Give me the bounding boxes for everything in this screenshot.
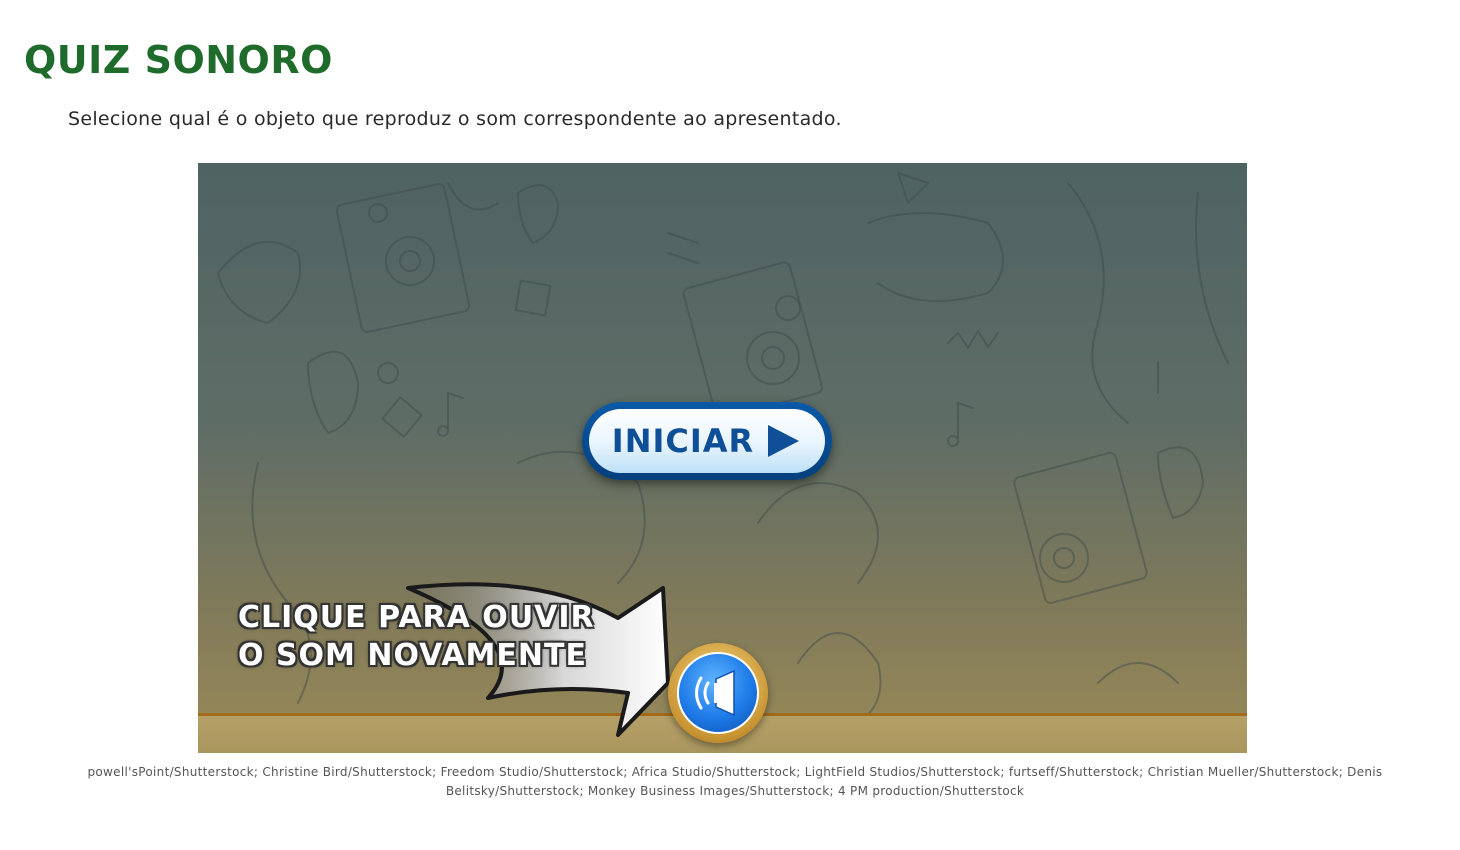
replay-sound-button-face <box>677 652 759 734</box>
replay-sound-button[interactable] <box>668 643 768 743</box>
replay-hint-line-1: CLIQUE PARA OUVIR <box>238 600 595 635</box>
instruction-text: Selecione qual é o objeto que reproduz o… <box>68 108 842 130</box>
page-title: QUIZ SONORO <box>24 38 333 82</box>
replay-hint-text: CLIQUE PARA OUVIR O SOM NOVAMENTE <box>238 599 598 675</box>
game-stage[interactable]: INICIAR CLIQUE PARA OUVIR O SOM NOVAMENT… <box>198 163 1247 753</box>
replay-hint-line-2: O SOM NOVAMENTE <box>238 638 587 673</box>
speaker-icon <box>695 669 735 717</box>
image-credits: powell'sPoint/Shutterstock; Christine Bi… <box>87 765 1383 798</box>
